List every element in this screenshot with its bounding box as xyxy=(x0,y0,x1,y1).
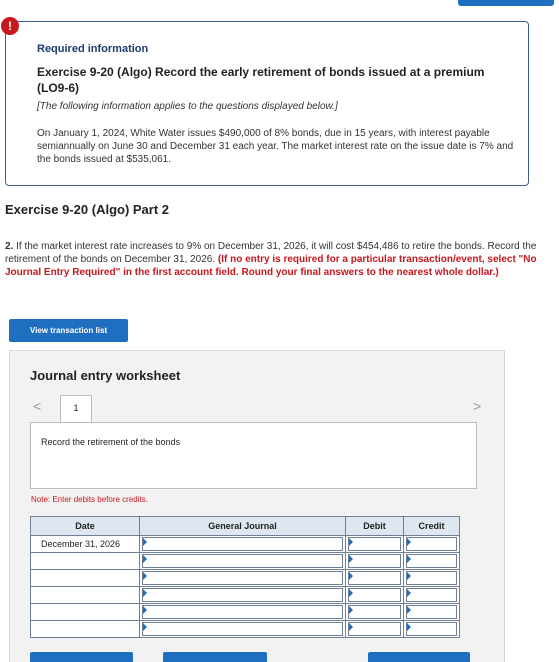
date-cell: December 31, 2026 xyxy=(30,535,140,553)
chevron-left-icon[interactable]: < xyxy=(33,398,41,414)
account-field[interactable] xyxy=(139,603,346,621)
journal-table: Date General Journal Debit Credit Decemb… xyxy=(30,516,460,638)
account-field[interactable] xyxy=(139,586,346,604)
record-entry-button[interactable] xyxy=(30,652,133,662)
date-cell xyxy=(30,569,140,587)
column-header-debit: Debit xyxy=(345,516,404,536)
table-row xyxy=(30,603,460,621)
question-text: 2. If the market interest rate increases… xyxy=(5,240,553,279)
chevron-right-icon[interactable]: > xyxy=(473,398,481,414)
credit-field[interactable] xyxy=(403,552,460,570)
view-transaction-list-button[interactable]: View transaction list xyxy=(9,319,128,342)
table-row: December 31, 2026 xyxy=(30,535,460,553)
view-general-journal-button[interactable] xyxy=(368,652,470,662)
table-row xyxy=(30,620,460,638)
table-row xyxy=(30,552,460,570)
debit-field[interactable] xyxy=(345,586,404,604)
tab-panel: Record the retirement of the bonds xyxy=(30,422,477,489)
credit-field[interactable] xyxy=(403,569,460,587)
debit-field[interactable] xyxy=(345,552,404,570)
table-row xyxy=(30,569,460,587)
column-header-date: Date xyxy=(30,516,140,536)
applies-note: [The following information applies to th… xyxy=(37,101,338,112)
exercise-title: Exercise 9-20 (Algo) Record the early re… xyxy=(37,65,485,95)
worksheet-title: Journal entry worksheet xyxy=(30,368,181,383)
credit-field[interactable] xyxy=(403,586,460,604)
date-cell xyxy=(30,586,140,604)
exercise-description: On January 1, 2024, White Water issues $… xyxy=(37,128,514,165)
credit-field[interactable] xyxy=(403,620,460,638)
journal-entry-worksheet: Journal entry worksheet < 1 > Record the… xyxy=(9,350,505,662)
worksheet-tab-1[interactable]: 1 xyxy=(60,395,92,423)
column-header-general-journal: General Journal xyxy=(139,516,346,536)
top-action-button[interactable] xyxy=(458,0,554,6)
account-field[interactable] xyxy=(139,552,346,570)
table-row xyxy=(30,586,460,604)
debit-field[interactable] xyxy=(345,535,404,553)
date-cell xyxy=(30,620,140,638)
debits-credits-note: Note: Enter debits before credits. xyxy=(31,495,148,504)
clear-entry-button[interactable] xyxy=(163,652,267,662)
part-title: Exercise 9-20 (Algo) Part 2 xyxy=(5,202,170,217)
date-cell xyxy=(30,552,140,570)
credit-field[interactable] xyxy=(403,535,460,553)
account-field[interactable] xyxy=(139,569,346,587)
debit-field[interactable] xyxy=(345,603,404,621)
column-header-credit: Credit xyxy=(403,516,460,536)
debit-field[interactable] xyxy=(345,569,404,587)
account-field[interactable] xyxy=(139,620,346,638)
credit-field[interactable] xyxy=(403,603,460,621)
account-field[interactable] xyxy=(139,535,346,553)
date-cell xyxy=(30,603,140,621)
debit-field[interactable] xyxy=(345,620,404,638)
required-info-heading: Required information xyxy=(37,43,149,55)
alert-icon: ! xyxy=(1,17,19,35)
tab-description: Record the retirement of the bonds xyxy=(41,437,181,447)
